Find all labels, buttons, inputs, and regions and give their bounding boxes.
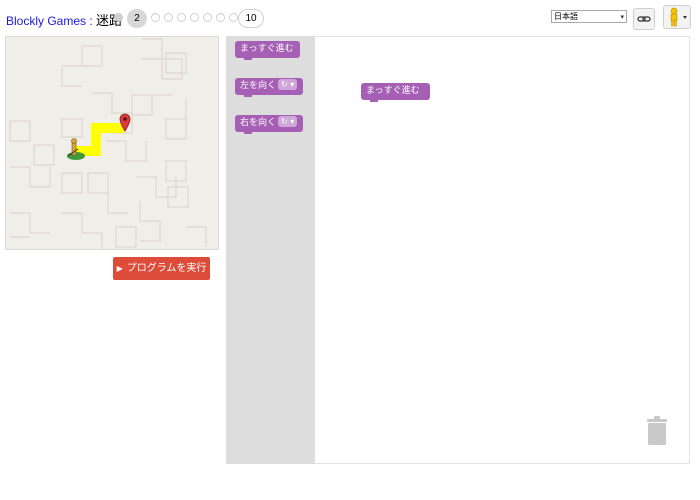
level-8-dot[interactable] — [216, 13, 225, 22]
pegman-button[interactable] — [663, 5, 691, 29]
trash-can — [647, 416, 667, 445]
play-icon: ▶ — [116, 264, 123, 273]
workspace-block-label: まっすぐ進む — [366, 86, 420, 96]
workspace-block-move-forward[interactable]: まっすぐ進む — [361, 83, 430, 102]
level-6-dot[interactable] — [190, 13, 199, 22]
level-7-dot[interactable] — [203, 13, 212, 22]
level-4-dot[interactable] — [164, 13, 173, 22]
level-10-button[interactable]: 10 — [238, 9, 264, 28]
level-1-dot[interactable] — [114, 13, 123, 22]
turn-right-label: 右を向く — [240, 118, 277, 128]
turn-dropdown[interactable]: ↻ ▾ — [278, 116, 298, 127]
turn-left-label: 左を向く — [240, 81, 277, 91]
trash-icon[interactable] — [645, 416, 669, 446]
maze-canvas — [5, 36, 219, 250]
level-9-dot[interactable] — [229, 13, 238, 22]
run-program-label: プログラムを実行 — [126, 263, 207, 274]
turn-dropdown[interactable]: ↻ ▾ — [278, 79, 298, 90]
move-forward-label: まっすぐ進む — [240, 44, 294, 54]
brand-link[interactable]: Blockly Games — [6, 14, 86, 28]
toolbox-block-turn-left[interactable]: 左を向く ↻ ▾ — [235, 78, 303, 97]
toolbox — [226, 36, 315, 464]
language-value: 日本語 — [554, 12, 578, 21]
run-program-button[interactable]: ▶ プログラムを実行 — [113, 257, 210, 280]
title-separator: : — [86, 14, 97, 28]
toolbox-block-move-forward[interactable]: まっすぐ進む — [235, 41, 300, 60]
level-2-current[interactable]: 2 — [127, 9, 147, 28]
level-5-dot[interactable] — [177, 13, 186, 22]
maze-map — [9, 38, 207, 249]
pegman-icon — [670, 7, 687, 27]
chevron-down-icon: ▾ — [620, 13, 624, 21]
app-title: Blockly Games : 迷路 — [6, 10, 122, 29]
level-3-dot[interactable] — [151, 13, 160, 22]
language-select[interactable]: 日本語 ▾ — [551, 10, 627, 23]
link-button[interactable] — [633, 8, 655, 30]
link-icon — [637, 16, 651, 22]
toolbox-block-turn-right[interactable]: 右を向く ↻ ▾ — [235, 115, 303, 134]
